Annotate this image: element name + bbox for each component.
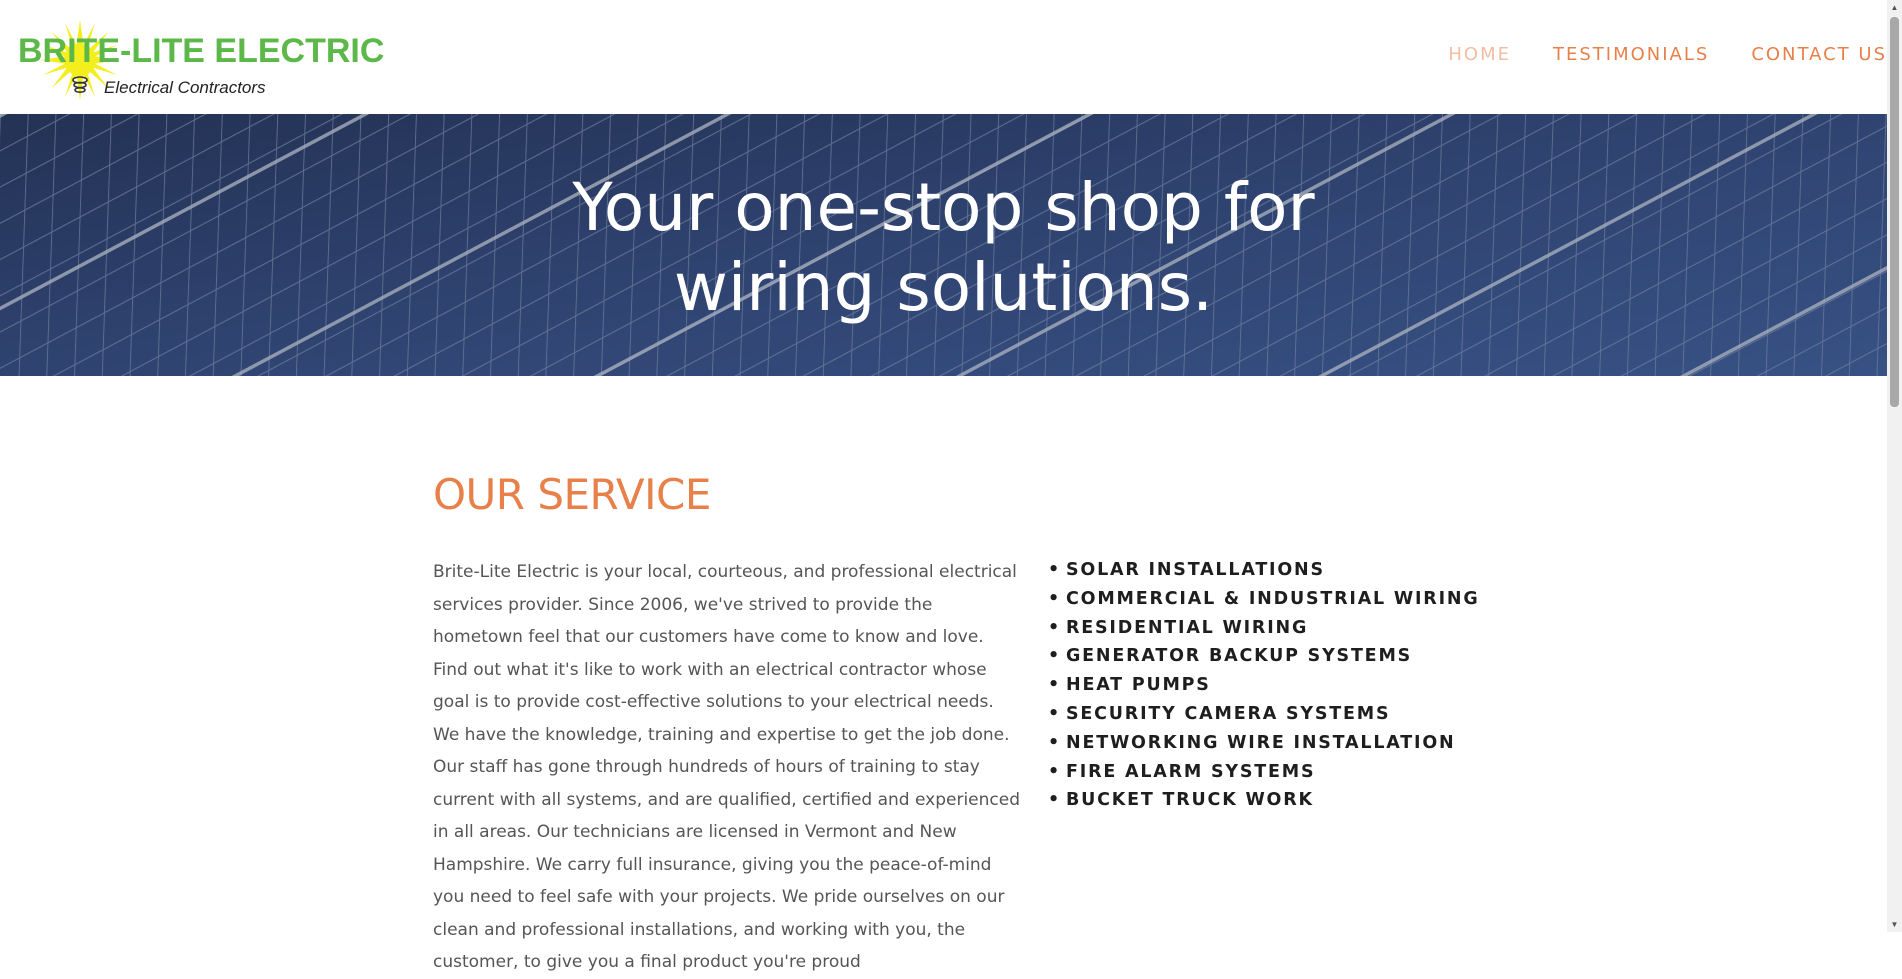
section-title: OUR SERVICE — [433, 470, 711, 519]
bullet-dot: • — [1048, 703, 1061, 724]
bullet-dot: • — [1048, 560, 1061, 580]
list-item: • BUCKET TRUCK WORK — [1048, 786, 1480, 815]
logo-name: BRITE-LITE ELECTRIC — [18, 32, 385, 70]
hero-title: Your one-stop shop for wiring solutions. — [0, 168, 1887, 328]
list-item: • SOLAR INSTALLATIONS — [1048, 556, 1480, 585]
nav-home[interactable]: HOME — [1448, 44, 1511, 65]
bullet-dot: • — [1048, 790, 1061, 811]
bullet-dot: • — [1048, 646, 1061, 667]
nav-contact-us[interactable]: CONTACT US — [1751, 44, 1887, 65]
bullet-dot: • — [1048, 675, 1061, 696]
list-item: • RESIDENTIAL WIRING — [1048, 614, 1480, 643]
bullet-dot: • — [1048, 732, 1061, 753]
bullet-dot: • — [1048, 617, 1061, 638]
scrollbar-thumb[interactable] — [1890, 17, 1899, 407]
site-logo[interactable]: BRITE-LITE ELECTRIC Electrical Contracto… — [14, 16, 384, 102]
scroll-down-arrow-icon[interactable]: ▼ — [1887, 917, 1902, 932]
hero-title-line-1: Your one-stop shop for — [572, 169, 1315, 246]
list-item: • HEAT PUMPS — [1048, 671, 1480, 700]
list-item: • NETWORKING WIRE INSTALLATION — [1048, 729, 1480, 758]
list-item: • COMMERCIAL & INDUSTRIAL WIRING — [1048, 585, 1480, 614]
site-header: BRITE-LITE ELECTRIC Electrical Contracto… — [0, 0, 1887, 114]
main-nav: HOME TESTIMONIALS CONTACT US — [1406, 44, 1887, 65]
list-item: • FIRE ALARM SYSTEMS — [1048, 758, 1480, 787]
list-item: • GENERATOR BACKUP SYSTEMS — [1048, 642, 1480, 671]
hero-title-line-2: wiring solutions. — [673, 249, 1214, 326]
list-item: • SECURITY CAMERA SYSTEMS — [1048, 700, 1480, 729]
bullet-dot: • — [1048, 761, 1061, 782]
nav-testimonials[interactable]: TESTIMONIALS — [1553, 44, 1709, 65]
services-list: • SOLAR INSTALLATIONS • COMMERCIAL & INDUS… — [1048, 556, 1480, 815]
hero-banner: Your one-stop shop for wiring solutions. — [0, 114, 1887, 376]
scroll-up-arrow-icon[interactable]: ▲ — [1887, 0, 1902, 15]
service-description: Brite-Lite Electric is your local, court… — [433, 562, 1021, 972]
logo-tagline: Electrical Contractors — [104, 78, 266, 97]
page-scrollbar[interactable]: ▲ ▼ — [1887, 0, 1902, 932]
bullet-dot: • — [1048, 588, 1061, 609]
